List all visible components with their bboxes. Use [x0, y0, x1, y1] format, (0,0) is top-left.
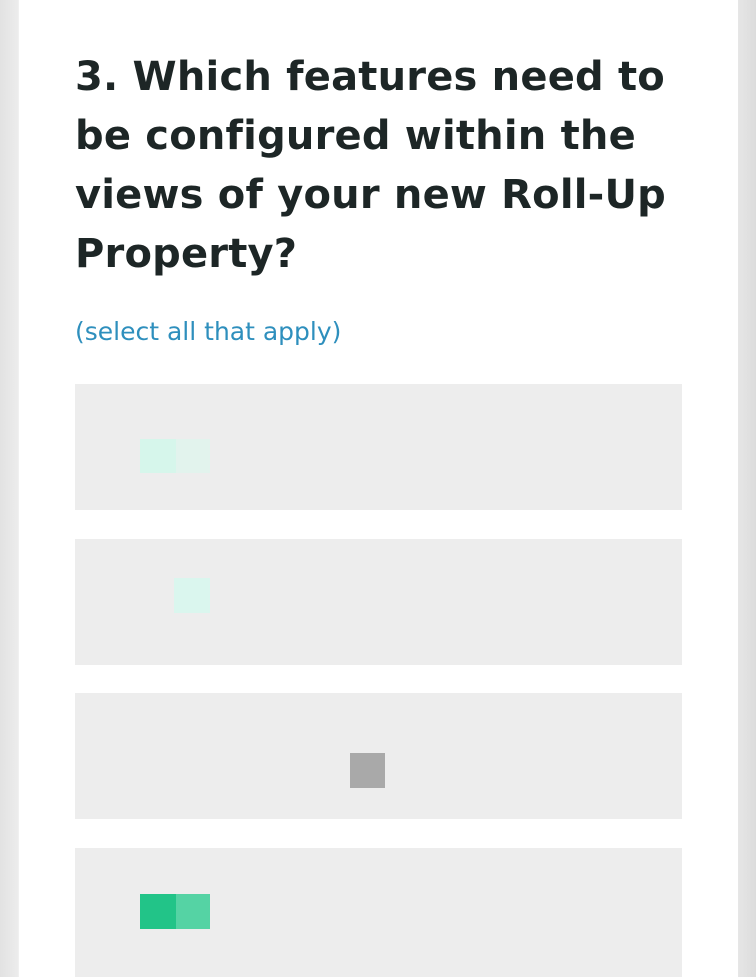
survey-page: 3. Which features need to be configured …	[0, 0, 756, 977]
answer-option-2[interactable]	[75, 539, 682, 665]
option-marker-icon	[174, 578, 210, 613]
option-marker-icon	[176, 894, 210, 929]
answer-option-1[interactable]	[75, 384, 682, 510]
answer-option-label	[75, 384, 76, 385]
answer-option-label	[75, 693, 76, 694]
answer-option-label	[75, 848, 76, 849]
answer-option-label	[75, 539, 76, 540]
option-marker-icon	[350, 753, 385, 788]
question-card: 3. Which features need to be configured …	[19, 0, 738, 977]
answer-option-3[interactable]	[75, 693, 682, 819]
answer-option-4[interactable]	[75, 848, 682, 977]
question-title: 3. Which features need to be configured …	[75, 54, 666, 277]
option-marker-icon	[140, 894, 176, 929]
question-hint: (select all that apply)	[75, 317, 342, 346]
option-marker-icon	[140, 439, 176, 473]
option-marker-icon	[176, 439, 210, 473]
